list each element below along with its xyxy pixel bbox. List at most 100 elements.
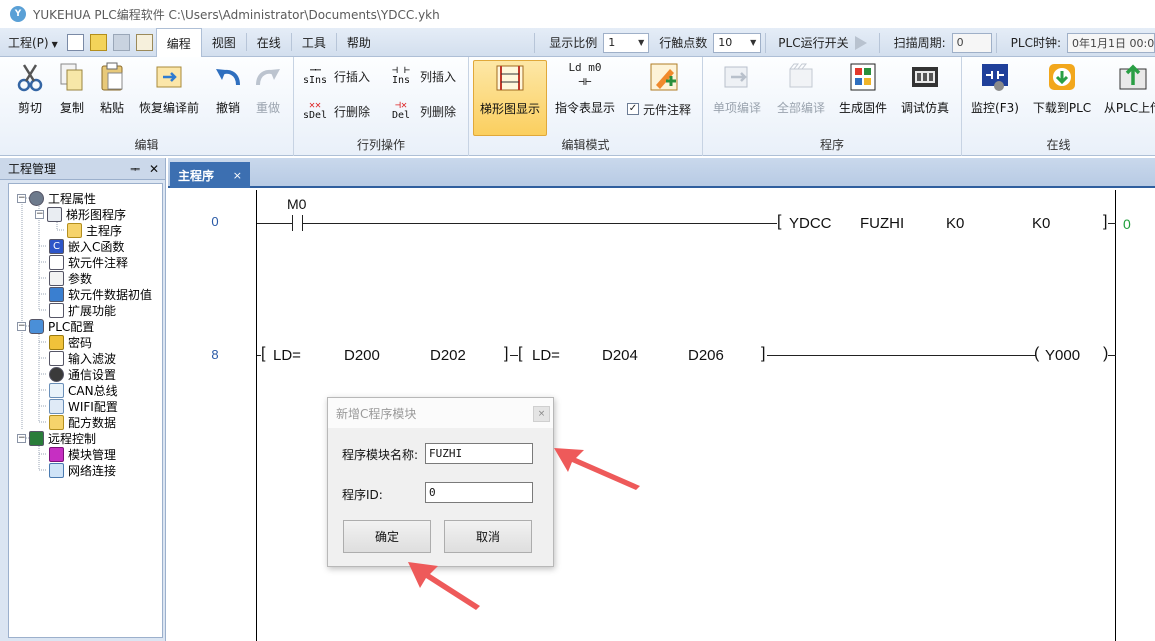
tab-online[interactable]: 在线 <box>247 28 291 57</box>
compare-operand[interactable]: D204 <box>602 347 638 364</box>
tree-node-network-connection[interactable]: 网络连接 <box>49 462 116 478</box>
single-compile-button[interactable]: 单项编译 <box>707 60 767 122</box>
tree-node-embedded-c[interactable]: C 嵌入C函数 <box>49 238 124 254</box>
instruction-operand[interactable]: K0 <box>1032 215 1050 232</box>
tree-node-can-bus[interactable]: CAN总线 <box>49 382 118 398</box>
tree-node-main-program[interactable]: 主程序 <box>67 222 122 238</box>
ladder-view-button[interactable]: 梯形图显示 <box>473 60 547 136</box>
monitor-button[interactable]: 监控(F3) <box>968 60 1022 122</box>
tree-node-input-filter[interactable]: 输入滤波 <box>49 350 116 366</box>
new-file-icon[interactable] <box>66 33 84 51</box>
tree-label: 梯形图程序 <box>66 207 127 222</box>
single-compile-label: 单项编译 <box>712 101 761 115</box>
display-ratio-select[interactable]: 1 ▼ <box>603 32 650 53</box>
output-coil[interactable]: Y000 <box>1045 347 1080 364</box>
divider <box>995 32 997 53</box>
compare-operand[interactable]: D206 <box>688 347 724 364</box>
tab-help[interactable]: 帮助 <box>337 28 381 57</box>
rung-wire <box>257 223 292 224</box>
scan-cycle-field: 0 <box>951 32 992 53</box>
module-name-input[interactable]: FUZHI <box>425 443 533 464</box>
compare-operand[interactable]: D202 <box>430 347 466 364</box>
collapse-icon[interactable]: − <box>35 209 44 219</box>
bracket-open: [ <box>518 345 523 362</box>
tree-node-recipe-data[interactable]: 配方数据 <box>49 414 116 430</box>
tree-label: 工程属性 <box>48 191 97 206</box>
cut-button[interactable]: 剪切 <box>12 60 48 122</box>
collapse-icon[interactable]: − <box>17 193 26 203</box>
right-power-rail <box>1115 190 1116 641</box>
close-tab-icon[interactable]: × <box>233 169 242 182</box>
row-contacts-select[interactable]: 10 ▼ <box>713 32 762 53</box>
scan-cycle-label: 扫描周期: <box>893 36 946 50</box>
tab-tools[interactable]: 工具 <box>292 28 336 57</box>
tree-node-remote-control[interactable]: − 远程控制 <box>17 430 96 446</box>
tree-node-wifi-config[interactable]: WIFI配置 <box>49 398 118 414</box>
compare-operand[interactable]: D200 <box>344 347 380 364</box>
restore-before-compile-button[interactable]: 恢复编译前 <box>136 60 202 122</box>
cancel-button[interactable]: 取消 <box>444 520 532 553</box>
redo-button[interactable]: 重做 <box>250 60 286 122</box>
display-ratio-value: 1 <box>608 36 616 49</box>
instruction-operator[interactable]: YDCC <box>789 215 832 232</box>
tab-main-program[interactable]: 主程序 × <box>170 162 250 188</box>
column-delete-button[interactable]: ⊣✕ Del 列删除 <box>386 98 456 124</box>
program-id-input[interactable]: 0 <box>425 482 533 503</box>
row-insert-button[interactable]: ⋯⋯ sIns 行插入 <box>300 63 370 89</box>
full-compile-button[interactable]: 全部编译 <box>771 60 831 122</box>
instruction-operand[interactable]: FUZHI <box>860 215 904 232</box>
group-label-edit: 编辑 <box>134 138 159 152</box>
generate-firmware-label: 生成固件 <box>838 101 887 115</box>
tree-node-element-comments[interactable]: 软元件注释 <box>49 254 128 270</box>
ok-button[interactable]: 确定 <box>343 520 431 553</box>
tree-node-comm-settings[interactable]: 通信设置 <box>49 366 116 382</box>
app-logo-icon: Y <box>10 6 26 22</box>
column-insert-button[interactable]: ⊣ ⊢ Ins 列插入 <box>386 63 456 89</box>
c-function-icon: C <box>49 238 64 254</box>
collapse-icon[interactable]: − <box>17 321 26 331</box>
open-folder-icon[interactable] <box>89 33 107 51</box>
tab-view[interactable]: 视图 <box>202 28 246 57</box>
copy-button[interactable]: 复制 <box>54 60 90 122</box>
tree-node-project-properties[interactable]: − 工程属性 <box>17 190 96 206</box>
tree-node-initial-values[interactable]: 软元件数据初值 <box>49 286 152 302</box>
ladder-program-icon <box>47 206 62 222</box>
compare-operator[interactable]: LD= <box>273 347 301 364</box>
instruction-list-button[interactable]: Ld m0 ⊣⊢ 指令表显示 <box>553 60 617 122</box>
debug-simulation-button[interactable]: 调试仿真 <box>897 60 953 122</box>
play-icon[interactable] <box>854 35 867 50</box>
rung-wire <box>510 355 518 356</box>
pin-icon[interactable]: ᆍ <box>130 161 140 177</box>
collapse-icon[interactable]: − <box>17 433 26 443</box>
paste-icon <box>101 62 123 91</box>
element-comment-checkbox[interactable]: ✓ <box>627 103 639 115</box>
paste-button[interactable]: 粘贴 <box>94 60 130 122</box>
save-icon[interactable] <box>112 33 130 51</box>
tree-node-plc-config[interactable]: − PLC配置 <box>17 318 94 334</box>
tree-label: 软元件注释 <box>68 255 129 270</box>
close-icon[interactable]: ✕ <box>149 162 159 176</box>
element-comment-icon-button[interactable] <box>639 60 689 100</box>
tree-node-extensions[interactable]: 扩展功能 <box>49 302 116 318</box>
window-title: YUKEHUA PLC编程软件 C:\Users\Administrator\D… <box>33 7 440 22</box>
tree-node-module-management[interactable]: 模块管理 <box>49 446 116 462</box>
row-delete-button[interactable]: ✕✕ sDel 行删除 <box>300 98 370 124</box>
tab-programming[interactable]: 编程 <box>155 27 202 58</box>
tree-node-password[interactable]: 密码 <box>49 334 92 350</box>
tree-label: CAN总线 <box>68 383 118 398</box>
instruction-operand[interactable]: K0 <box>946 215 964 232</box>
compare-operator[interactable]: LD= <box>532 347 560 364</box>
upload-from-plc-button[interactable]: 从PLC上传 <box>1102 60 1155 122</box>
clipboard-icon[interactable] <box>135 33 153 51</box>
tree-label: 扩展功能 <box>68 303 117 318</box>
download-to-plc-button[interactable]: 下载到PLC <box>1032 60 1092 122</box>
undo-button[interactable]: 撤销 <box>210 60 246 122</box>
element-comment-toggle[interactable]: ✓ 元件注释 <box>627 96 691 122</box>
project-menu[interactable]: 工程(P) ▼ <box>0 34 64 51</box>
chevron-down-icon: ▼ <box>51 39 58 49</box>
tree-node-parameters[interactable]: 参数 <box>49 270 92 286</box>
generate-firmware-button[interactable]: 生成固件 <box>835 60 891 122</box>
dialog-close-icon[interactable]: × <box>533 406 550 422</box>
tree-node-ladder-program[interactable]: − 梯形图程序 <box>35 206 126 222</box>
ladder-editor[interactable]: 0 M0 [ YDCC FUZHI K0 K0 ] 0 8 [ LD= D200… <box>168 190 1155 641</box>
